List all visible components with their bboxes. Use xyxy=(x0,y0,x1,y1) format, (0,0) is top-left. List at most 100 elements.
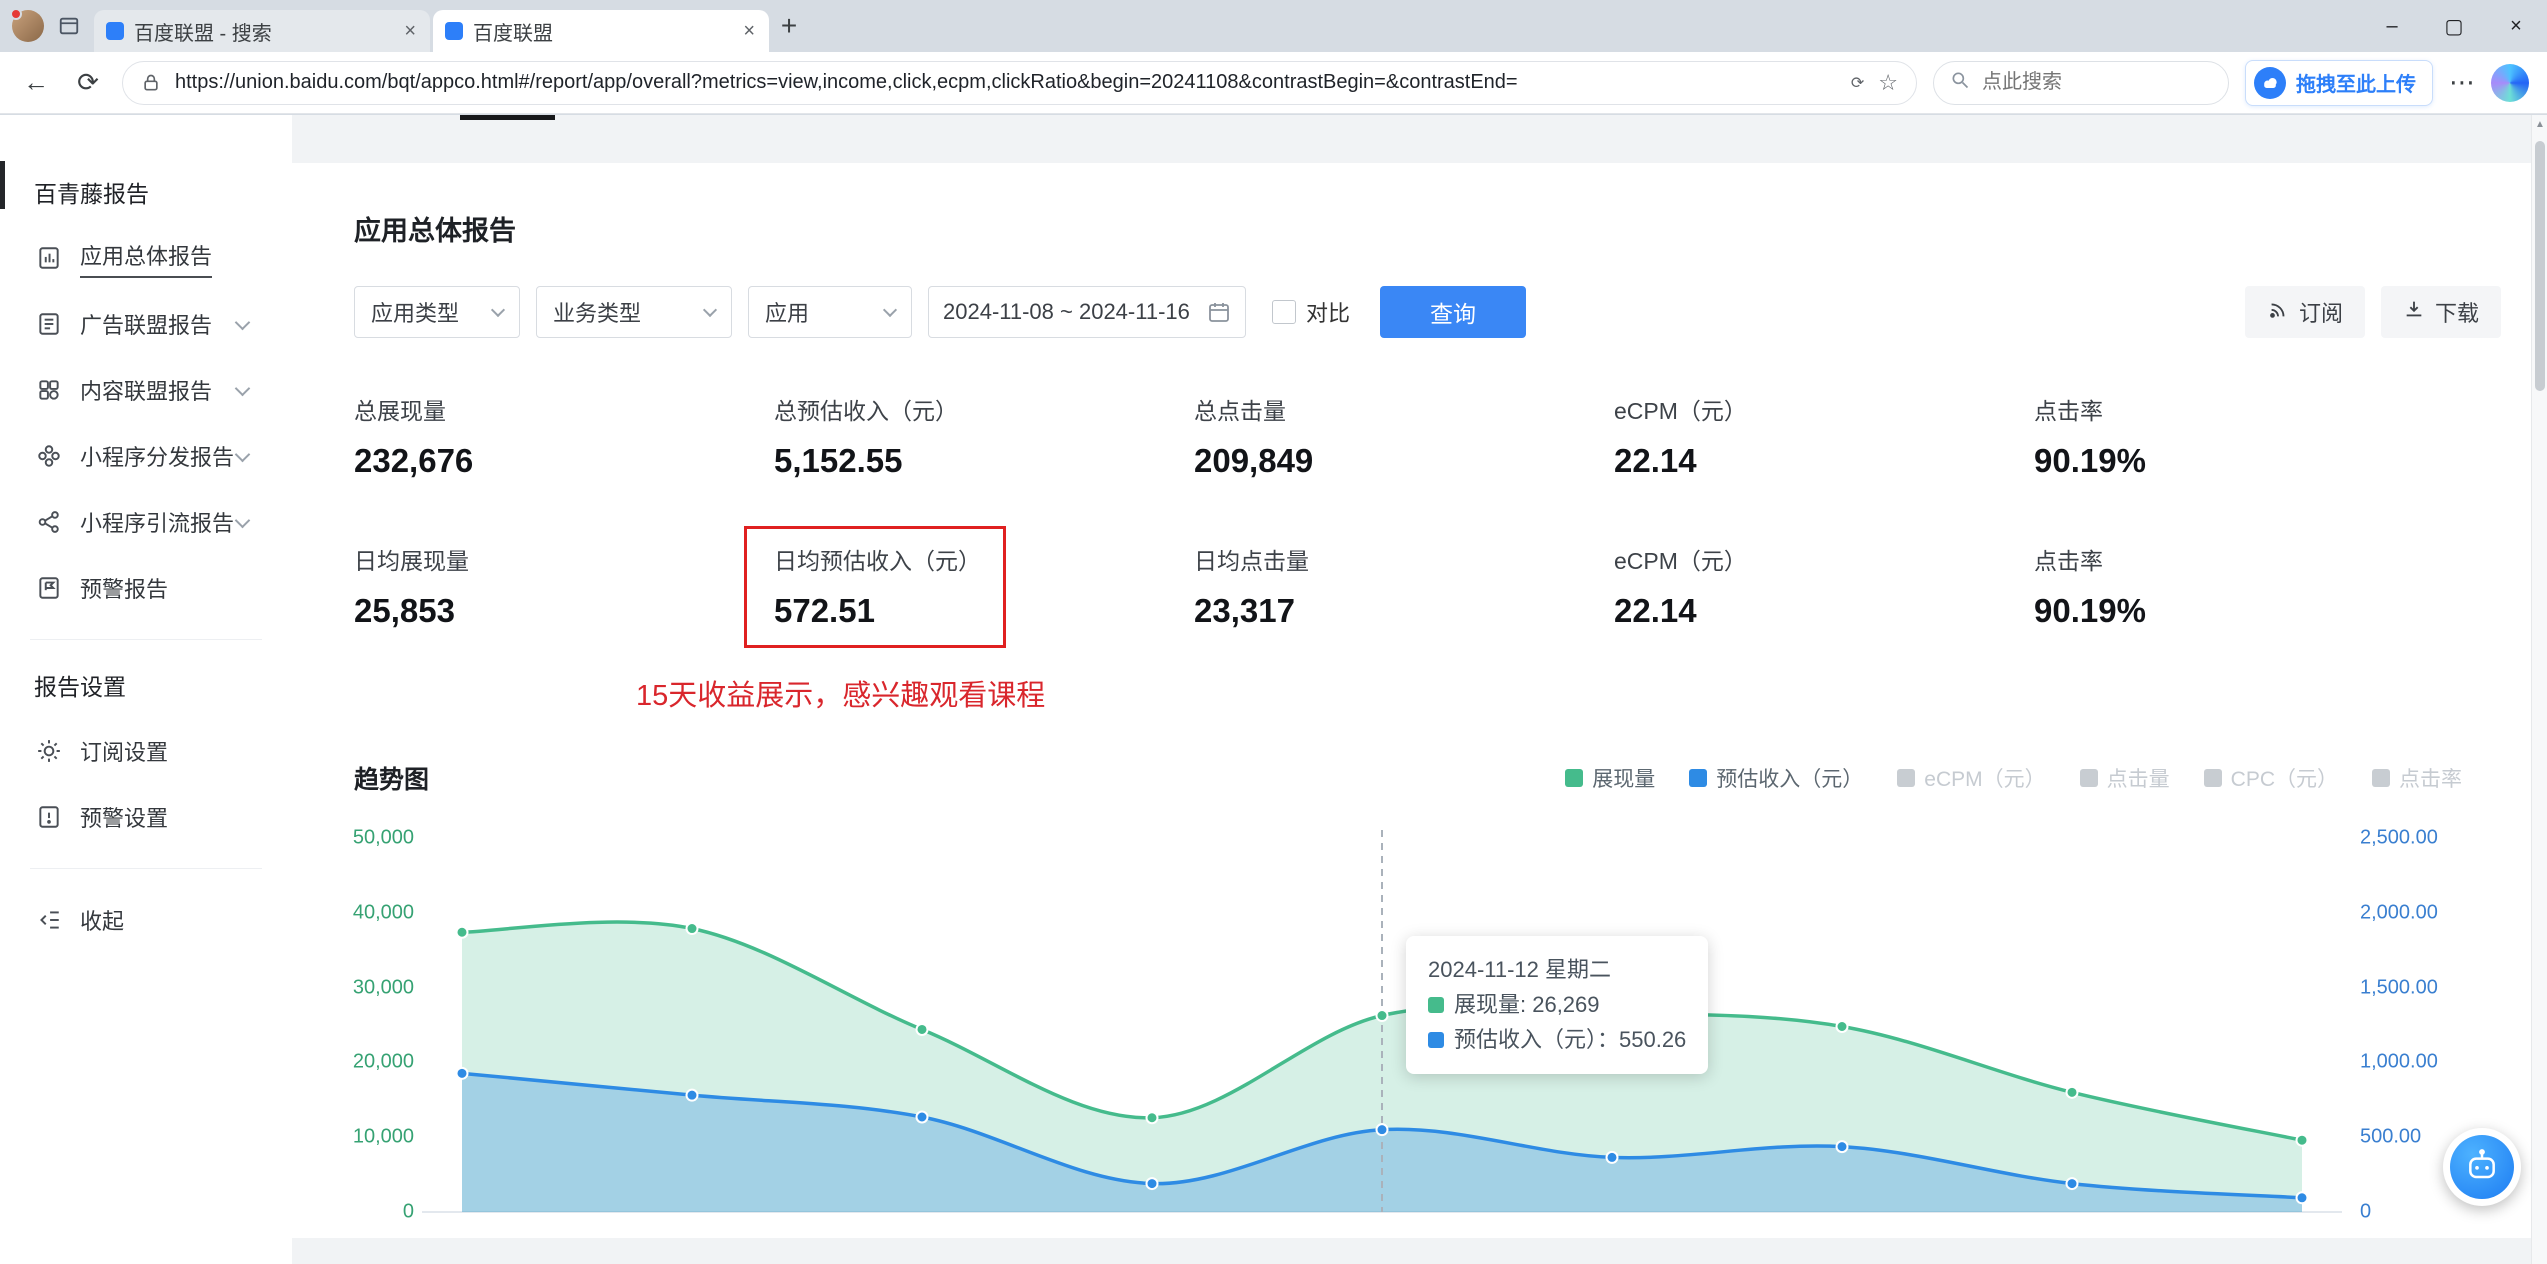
tooltip-title: 2024-11-12 星期二 xyxy=(1428,957,1612,982)
favorite-star-icon[interactable]: ☆ xyxy=(1878,70,1898,96)
chevron-down-icon xyxy=(490,302,506,317)
legend-item[interactable]: CPC（元） xyxy=(2203,763,2338,793)
sidebar-item-overall-report[interactable]: 应用总体报告 xyxy=(0,225,292,291)
compare-checkbox[interactable] xyxy=(1272,300,1296,324)
address-bar[interactable]: https://union.baidu.com/bqt/appco.html#/… xyxy=(122,60,1917,105)
browser-search-box[interactable] xyxy=(1933,60,2229,105)
copilot-icon[interactable] xyxy=(2491,63,2529,102)
page-scrollbar[interactable]: ▲ xyxy=(2531,115,2547,1264)
filter-row: 应用类型 业务类型 应用 2024-11-08 ~ 2024-11-16 对比 xyxy=(354,286,2501,338)
chevron-down-icon xyxy=(702,302,718,317)
tab-title: 百度联盟 - 搜索 xyxy=(134,22,272,45)
compare-label: 对比 xyxy=(1306,301,1351,326)
stat-label: 日均点击量 xyxy=(1194,548,1309,574)
back-button[interactable]: ← xyxy=(18,67,54,98)
sidebar-item-miniapp-traffic-report[interactable]: 小程序引流报告 xyxy=(0,489,292,555)
stat-daily-clicks: 日均点击量 23,317 xyxy=(1194,542,1614,630)
legend-swatch-icon xyxy=(1565,769,1584,787)
upload-dropzone-badge[interactable]: 拖拽至此上传 xyxy=(2245,59,2433,106)
sidebar-divider xyxy=(30,639,262,640)
url-text[interactable]: https://union.baidu.com/bqt/appco.html#/… xyxy=(175,71,1837,94)
new-tab-button[interactable]: + xyxy=(769,6,809,46)
business-type-dropdown[interactable]: 业务类型 xyxy=(536,286,732,338)
browser-tab-2[interactable]: 百度联盟 × xyxy=(433,10,769,52)
trend-header: 趋势图 展现量 预估收入（元） eCPM（元） 点击量 CPC（元） 点击率 xyxy=(354,760,2462,796)
window-close-button[interactable]: × xyxy=(2485,0,2547,52)
stat-label: 日均展现量 xyxy=(354,548,469,574)
favicon-icon xyxy=(106,22,124,40)
legend-label: 展现量 xyxy=(1592,768,1656,791)
stat-click-rate: 点击率 90.19% xyxy=(2034,392,2454,480)
search-icon xyxy=(1950,70,1970,95)
sidebar-item-label: 广告联盟报告 xyxy=(80,313,213,338)
sidebar-item-label: 小程序引流报告 xyxy=(80,511,235,536)
stat-label: eCPM（元） xyxy=(1614,548,1747,574)
legend-item[interactable]: eCPM（元） xyxy=(1897,763,2046,793)
stat-label: 点击率 xyxy=(2034,548,2103,574)
legend-item[interactable]: 预估收入（元） xyxy=(1689,763,1863,793)
chart-left-axis-labels: 0 10,000 20,000 30,000 40,000 50,000 xyxy=(352,826,414,1223)
scrollbar-thumb[interactable] xyxy=(2535,141,2545,391)
site-info-lock-icon[interactable] xyxy=(141,73,161,93)
tooltip-swatch-icon xyxy=(1428,1031,1444,1048)
sidebar: 百青藤报告 应用总体报告 广告联盟报告 内容联盟报告 小程序分发报告 小程序引流… xyxy=(0,115,292,1264)
stat-label: eCPM（元） xyxy=(1614,398,1747,424)
profile-avatar[interactable] xyxy=(10,8,44,42)
sidebar-collapse-button[interactable]: 收起 xyxy=(0,887,292,953)
assistant-robot-widget[interactable] xyxy=(2443,1128,2521,1206)
app-dropdown[interactable]: 应用 xyxy=(748,286,912,338)
stat-daily-income: 日均预估收入（元） 572.51 xyxy=(744,526,1194,648)
sidebar-active-indicator xyxy=(0,161,5,209)
scrollbar-up-icon[interactable]: ▲ xyxy=(2532,119,2547,130)
legend-label: 点击量 xyxy=(2106,768,2170,791)
stat-total-clicks: 总点击量 209,849 xyxy=(1194,392,1614,480)
legend-item[interactable]: 点击率 xyxy=(2372,763,2462,793)
window-maximize-button[interactable]: ▢ xyxy=(2423,0,2485,52)
sidebar-item-ad-union-report[interactable]: 广告联盟报告 xyxy=(0,291,292,357)
tooltip-row: 展现量: 26,269 xyxy=(1428,987,1686,1022)
stat-value: 572.51 xyxy=(774,592,875,629)
sync-reload-icon[interactable]: ⟳ xyxy=(1851,73,1864,93)
sidebar-item-subscribe-settings[interactable]: 订阅设置 xyxy=(0,718,292,784)
legend-swatch-icon xyxy=(1897,769,1916,787)
window-minimize-button[interactable]: – xyxy=(2361,0,2423,52)
sidebar-item-label: 小程序分发报告 xyxy=(80,445,235,470)
search-input[interactable] xyxy=(1982,71,2212,94)
browser-tab-1[interactable]: 百度联盟 - 搜索 × xyxy=(94,10,430,52)
stat-ecpm: eCPM（元） 22.14 xyxy=(1614,392,2034,480)
legend-item[interactable]: 展现量 xyxy=(1565,763,1655,793)
robot-icon xyxy=(2450,1135,2514,1199)
refresh-button[interactable]: ⟳ xyxy=(70,67,106,98)
sidebar-item-content-union-report[interactable]: 内容联盟报告 xyxy=(0,357,292,423)
chart-plot[interactable]: 2024-11-12 星期二展现量: 26,269 预估收入（元）：550.26 xyxy=(422,824,2342,1224)
sidebar-item-alert-report[interactable]: 预警报告 xyxy=(0,555,292,621)
date-range-value: 2024-11-08 ~ 2024-11-16 xyxy=(943,299,1190,324)
chevron-down-icon xyxy=(234,446,251,463)
sidebar-item-miniapp-distribute-report[interactable]: 小程序分发报告 xyxy=(0,423,292,489)
stat-value: 90.19% xyxy=(2034,592,2146,629)
tab-close-icon[interactable]: × xyxy=(402,20,418,43)
stat-total-impressions: 总展现量 232,676 xyxy=(354,392,774,480)
page-body: 百青藤报告 应用总体报告 广告联盟报告 内容联盟报告 小程序分发报告 小程序引流… xyxy=(0,115,2547,1264)
query-button[interactable]: 查询 xyxy=(1380,286,1527,338)
subscribe-label: 订阅 xyxy=(2298,301,2343,326)
sidebar-item-alert-settings[interactable]: 预警设置 xyxy=(0,784,292,850)
subscribe-button[interactable]: 订阅 xyxy=(2244,286,2365,338)
download-icon xyxy=(2403,298,2425,326)
trend-chart-title: 趋势图 xyxy=(354,766,430,794)
chart-svg xyxy=(422,830,2342,1213)
red-annotation-text: 15天收益展示，感兴趣观看课程 xyxy=(636,680,1046,712)
page-title: 应用总体报告 xyxy=(354,216,516,246)
tooltip-row: 预估收入（元）：550.26 xyxy=(1428,1022,1686,1057)
browser-toolbar: ← ⟳ https://union.baidu.com/bqt/appco.ht… xyxy=(0,52,2547,114)
compare-toggle[interactable]: 对比 xyxy=(1272,296,1350,328)
sidebar-item-label: 应用总体报告 xyxy=(80,239,213,278)
app-type-dropdown[interactable]: 应用类型 xyxy=(354,286,520,338)
trend-chart: 0 10,000 20,000 30,000 40,000 50,000 2024-11-… xyxy=(353,824,2501,1238)
download-button[interactable]: 下载 xyxy=(2380,286,2501,338)
browser-menu-icon[interactable]: ⋯ xyxy=(2449,67,2475,98)
tab-actions-icon[interactable] xyxy=(54,11,84,41)
tab-close-icon[interactable]: × xyxy=(741,20,757,43)
date-range-picker[interactable]: 2024-11-08 ~ 2024-11-16 xyxy=(928,286,1246,338)
legend-item[interactable]: 点击量 xyxy=(2079,763,2170,793)
